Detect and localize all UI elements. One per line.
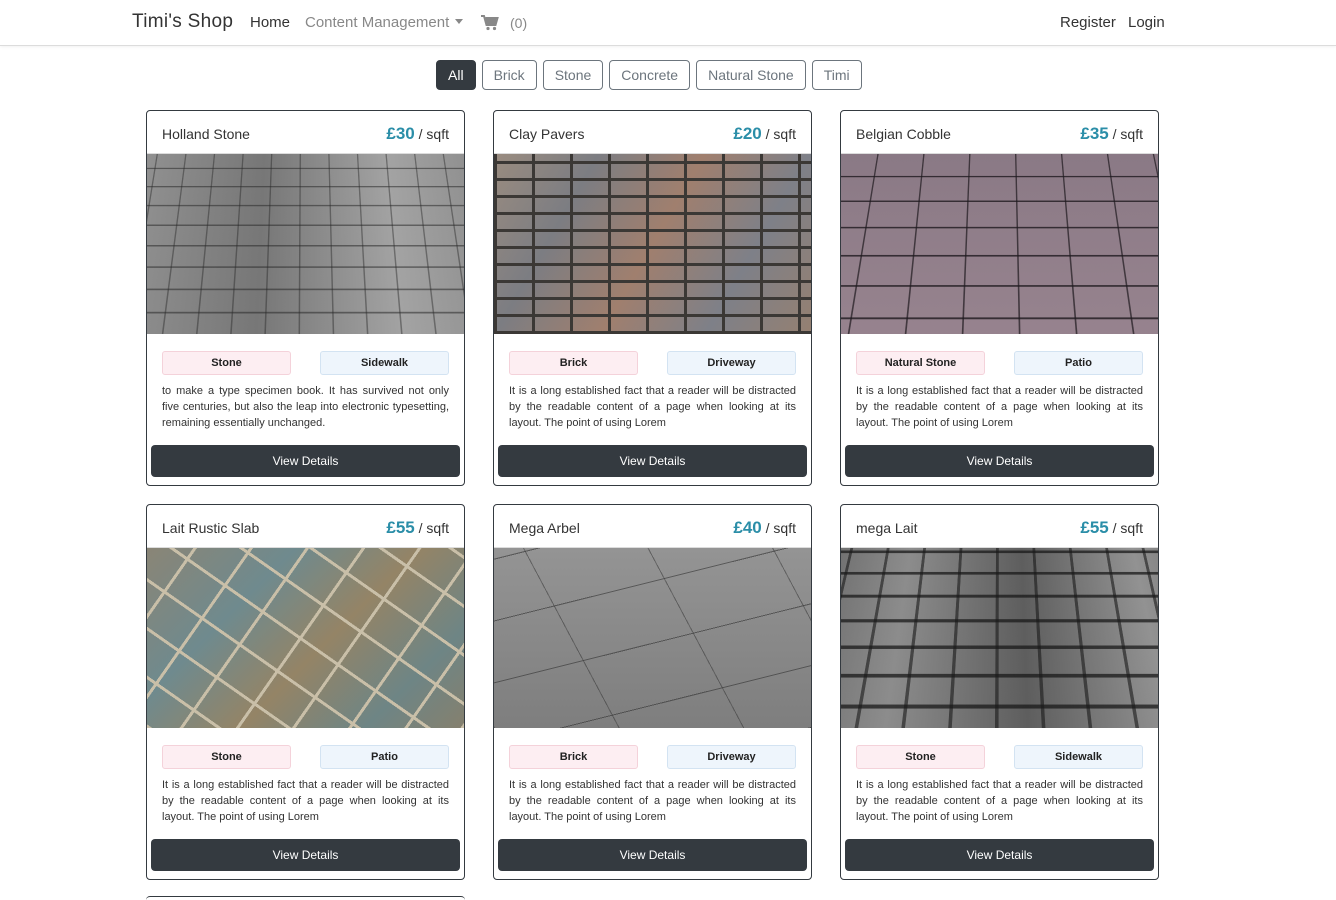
navbar: Timi's Shop Home Content Management (0) … — [0, 0, 1336, 46]
product-title: Clay Pavers — [509, 126, 585, 142]
view-details-button[interactable]: View Details — [845, 839, 1154, 871]
product-price: £55 / sqft — [1080, 518, 1143, 538]
price-amount: £30 — [386, 124, 415, 143]
price-unit: / sqft — [765, 126, 796, 142]
product-card: Mega Arbel £40 / sqft Brick Driveway It … — [493, 504, 812, 880]
price-amount: £55 — [386, 518, 415, 537]
usage-badge: Sidewalk — [1014, 745, 1143, 769]
filter-brick-button[interactable]: Brick — [481, 60, 537, 90]
cart-count[interactable]: (0) — [510, 15, 527, 31]
usage-badge: Patio — [320, 745, 449, 769]
product-price: £35 / sqft — [1080, 124, 1143, 144]
product-title: Holland Stone — [162, 126, 250, 142]
product-image[interactable] — [494, 548, 811, 728]
product-title: Lait Rustic Slab — [162, 520, 260, 536]
filter-timi-button[interactable]: Timi — [811, 60, 862, 90]
next-product-card-edge — [146, 896, 465, 900]
product-description: It is a long established fact that a rea… — [509, 779, 796, 823]
product-description: to make a type specimen book. It has sur… — [162, 385, 449, 429]
product-title: Belgian Cobble — [856, 126, 951, 142]
filter-all-button[interactable]: All — [436, 60, 476, 90]
product-price: £55 / sqft — [386, 518, 449, 538]
price-unit: / sqft — [1112, 126, 1143, 142]
product-image[interactable] — [147, 548, 464, 728]
register-link[interactable]: Register — [1060, 14, 1116, 31]
product-description: It is a long established fact that a rea… — [856, 779, 1143, 823]
price-unit: / sqft — [418, 520, 449, 536]
product-image[interactable] — [494, 154, 811, 334]
card-header: Holland Stone £30 / sqft — [147, 111, 464, 154]
product-tags: Brick Driveway — [509, 351, 796, 375]
product-card: Belgian Cobble £35 / sqft Natural Stone … — [840, 110, 1159, 486]
caret-down-icon — [455, 19, 464, 24]
filter-stone-button[interactable]: Stone — [542, 60, 604, 90]
filter-natural-stone-button[interactable]: Natural Stone — [696, 60, 806, 90]
brand-link[interactable]: Timi's Shop — [132, 11, 233, 33]
product-tags: Stone Sidewalk — [162, 351, 449, 375]
product-tags: Natural Stone Patio — [856, 351, 1143, 375]
login-link[interactable]: Login — [1128, 14, 1165, 31]
card-header: Mega Arbel £40 / sqft — [494, 505, 811, 548]
price-unit: / sqft — [418, 126, 449, 142]
view-details-button[interactable]: View Details — [151, 445, 460, 477]
content-management-dropdown[interactable]: Content Management — [305, 14, 464, 31]
price-amount: £40 — [733, 518, 762, 537]
card-header: Belgian Cobble £35 / sqft — [841, 111, 1158, 154]
product-price: £30 / sqft — [386, 124, 449, 144]
usage-badge: Driveway — [667, 351, 796, 375]
usage-badge: Patio — [1014, 351, 1143, 375]
product-price: £20 / sqft — [733, 124, 796, 144]
filter-concrete-button[interactable]: Concrete — [609, 60, 691, 90]
product-description: It is a long established fact that a rea… — [162, 779, 449, 823]
category-filters: All Brick Stone Concrete Natural Stone T… — [436, 60, 862, 90]
price-amount: £20 — [733, 124, 762, 143]
material-badge: Brick — [509, 351, 638, 375]
product-image[interactable] — [147, 154, 464, 334]
product-description: It is a long established fact that a rea… — [509, 385, 796, 429]
material-badge: Stone — [856, 745, 985, 769]
view-details-button[interactable]: View Details — [498, 445, 807, 477]
card-header: mega Lait £55 / sqft — [841, 505, 1158, 548]
product-card: Clay Pavers £20 / sqft Brick Driveway It… — [493, 110, 812, 486]
material-badge: Stone — [162, 745, 291, 769]
price-amount: £55 — [1080, 518, 1109, 537]
view-details-button[interactable]: View Details — [151, 839, 460, 871]
product-title: Mega Arbel — [509, 520, 580, 536]
product-tags: Stone Patio — [162, 745, 449, 769]
product-card: mega Lait £55 / sqft Stone Sidewalk It i… — [840, 504, 1159, 880]
content-management-label: Content Management — [305, 14, 450, 31]
price-unit: / sqft — [765, 520, 796, 536]
price-amount: £35 — [1080, 124, 1109, 143]
product-description: It is a long established fact that a rea… — [856, 385, 1143, 429]
product-tags: Stone Sidewalk — [856, 745, 1143, 769]
usage-badge: Driveway — [667, 745, 796, 769]
view-details-button[interactable]: View Details — [845, 445, 1154, 477]
usage-badge: Sidewalk — [320, 351, 449, 375]
cart-icon[interactable] — [481, 15, 499, 31]
card-header: Clay Pavers £20 / sqft — [494, 111, 811, 154]
product-title: mega Lait — [856, 520, 918, 536]
product-tags: Brick Driveway — [509, 745, 796, 769]
product-image[interactable] — [841, 154, 1158, 334]
product-image[interactable] — [841, 548, 1158, 728]
nav-home-link[interactable]: Home — [250, 14, 290, 31]
material-badge: Brick — [509, 745, 638, 769]
product-card: Lait Rustic Slab £55 / sqft Stone Patio … — [146, 504, 465, 880]
card-header: Lait Rustic Slab £55 / sqft — [147, 505, 464, 548]
view-details-button[interactable]: View Details — [498, 839, 807, 871]
product-price: £40 / sqft — [733, 518, 796, 538]
material-badge: Natural Stone — [856, 351, 985, 375]
product-card: Holland Stone £30 / sqft Stone Sidewalk … — [146, 110, 465, 486]
price-unit: / sqft — [1112, 520, 1143, 536]
material-badge: Stone — [162, 351, 291, 375]
